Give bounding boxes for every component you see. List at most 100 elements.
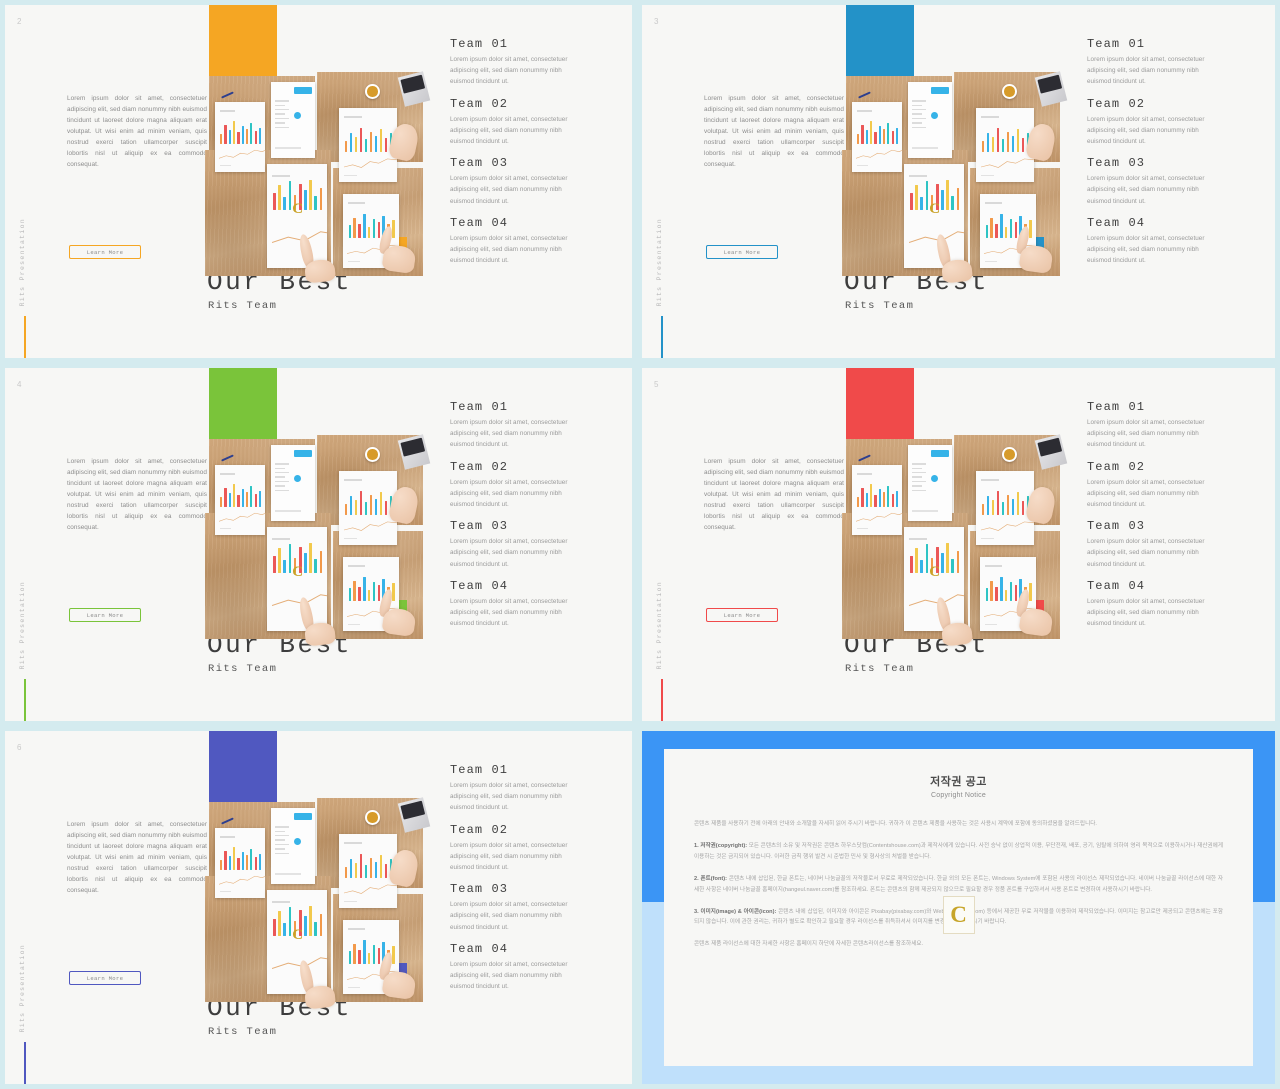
side-vertical-label: Rits Presentation — [656, 217, 663, 306]
photo-collage: C — [205, 401, 431, 647]
team-description: Lorem ipsum dolor sit amet, consectetuer… — [1087, 115, 1205, 146]
dashboard-header-bar — [294, 87, 312, 95]
team-heading: Team 01 — [1087, 37, 1146, 51]
chart-sheet-a — [852, 102, 902, 172]
chart-trend-line — [219, 150, 265, 160]
team-description: Lorem ipsum dolor sit amet, consectetuer… — [450, 419, 568, 449]
dashboard-icon-dot — [930, 475, 938, 483]
body-paragraph: Lorem ipsum dolor sit amet, consectetuer… — [704, 458, 844, 532]
team-heading: Team 04 — [1087, 215, 1146, 230]
chart-sheet-c: C — [267, 164, 327, 268]
slide-thumbnail[interactable]: 2 Rits Presentation Lorem ipsum dolor si… — [0, 0, 637, 363]
slide-number: 4 — [17, 380, 22, 389]
slide-thumbnail[interactable]: 3 Rits Presentation Lorem ipsum dolor si… — [637, 0, 1280, 363]
chart-sheet-b — [976, 108, 1034, 182]
slide-visual-cluster: C — [842, 368, 1082, 721]
team-description: Lorem ipsum dolor sit amet, consectetuer… — [450, 597, 568, 628]
slide-number: 5 — [654, 380, 659, 389]
side-vertical-label: Rits Presentation — [19, 580, 26, 669]
team-description: Lorem ipsum dolor sit amet, consectetuer… — [450, 782, 568, 812]
chart-bars — [220, 480, 262, 507]
report-sheet-dashboard — [908, 82, 952, 158]
dashboard-text-rows — [274, 100, 290, 131]
chart-sheet-c: C — [904, 527, 964, 631]
chart-bars — [344, 124, 393, 153]
chart-bars — [344, 487, 393, 516]
team-heading: Team 02 — [1087, 459, 1146, 474]
learn-more-button[interactable]: Learn More — [69, 971, 141, 985]
coffee-cup — [365, 447, 380, 462]
chart-trend-line — [219, 876, 265, 886]
team-heading: Team 02 — [450, 459, 509, 474]
side-vertical-label: Rits Presentation — [656, 580, 663, 669]
slide-number: 3 — [654, 17, 659, 26]
dashboard-header-bar — [931, 450, 949, 458]
copyright-paragraph: 1. 저작권(copyright): 모든 콘텐츠의 소유 및 저작권은 콘텐츠… — [694, 842, 1223, 860]
side-vertical-label: Rits Presentation — [19, 217, 26, 306]
side-vertical-label: Rits Presentation — [19, 943, 26, 1032]
team-description: Lorem ipsum dolor sit amet, consectetuer… — [450, 841, 568, 872]
team-heading: Team 01 — [450, 400, 509, 414]
slide-thumbnail[interactable]: 5 Rits Presentation Lorem ipsum dolor si… — [637, 363, 1280, 726]
team-heading: Team 02 — [450, 96, 509, 111]
chart-sheet-c: C — [904, 164, 964, 268]
dashboard-text-rows — [274, 463, 290, 494]
side-accent-rule — [24, 679, 26, 721]
team-list: Team 01 Lorem ipsum dolor sit amet, conse… — [450, 37, 578, 275]
chart-sheet-a — [215, 465, 265, 535]
body-paragraph: Lorem ipsum dolor sit amet, consectetuer… — [67, 458, 207, 532]
chart-sheet-b — [339, 834, 397, 908]
coffee-cup — [365, 84, 380, 99]
team-heading: Team 03 — [450, 519, 509, 534]
dashboard-text-rows — [911, 463, 927, 494]
team-heading: Team 01 — [1087, 400, 1146, 414]
chart-bars — [344, 850, 393, 879]
team-description: Lorem ipsum dolor sit amet, consectetuer… — [450, 478, 568, 509]
dashboard-footer-line — [274, 147, 301, 149]
report-sheet-dashboard — [271, 808, 315, 884]
team-list: Team 01 Lorem ipsum dolor sit amet, conse… — [1087, 37, 1215, 275]
team-description: Lorem ipsum dolor sit amet, consectetuer… — [1087, 234, 1205, 265]
chart-trend-line — [856, 150, 902, 160]
team-heading: Team 04 — [450, 578, 509, 593]
gold-c-logo: C — [929, 564, 941, 581]
dashboard-footer-line — [274, 873, 301, 875]
learn-more-button[interactable]: Learn More — [69, 245, 141, 259]
report-sheet-dashboard — [271, 82, 315, 158]
learn-more-button[interactable]: Learn More — [706, 608, 778, 622]
slide-visual-cluster: C — [205, 5, 445, 358]
team-heading: Team 04 — [450, 215, 509, 230]
watermark-letter: C — [950, 902, 967, 928]
slide-thumbnail[interactable]: 6 Rits Presentation Lorem ipsum dolor si… — [0, 726, 637, 1089]
chart-bars — [981, 487, 1030, 516]
chart-bars — [220, 117, 262, 144]
gold-c-logo: C — [292, 201, 304, 218]
dashboard-icon-dot — [293, 112, 301, 120]
slide-visual-cluster: C — [842, 5, 1082, 358]
copyright-slide[interactable]: 저작권 공고 Copyright Notice 콘텐츠 제품을 사용하기 전에 … — [637, 726, 1280, 1089]
learn-more-button[interactable]: Learn More — [69, 608, 141, 622]
team-description: Lorem ipsum dolor sit amet, consectetuer… — [450, 538, 568, 568]
copyright-paragraph: 콘텐츠 제품 라이선스에 대한 자세한 사항은 홈페이지 하단에 자세한 콘텐츠… — [694, 941, 924, 948]
team-description: Lorem ipsum dolor sit amet, consectetuer… — [450, 901, 568, 931]
slide-thumbnail[interactable]: 4 Rits Presentation Lorem ipsum dolor si… — [0, 363, 637, 726]
slide-number: 2 — [17, 17, 22, 26]
gold-c-logo: C — [292, 564, 304, 581]
team-description: Lorem ipsum dolor sit amet, consectetuer… — [1087, 478, 1205, 509]
learn-more-button[interactable]: Learn More — [706, 245, 778, 259]
team-heading: Team 02 — [450, 822, 509, 837]
chart-trend-line — [343, 884, 397, 894]
hand-bottomcenter — [303, 258, 337, 284]
slide-number: 6 — [17, 743, 22, 752]
dashboard-icon-dot — [293, 838, 301, 846]
coffee-cup — [1002, 84, 1017, 99]
team-description: Lorem ipsum dolor sit amet, consectetuer… — [1087, 538, 1205, 568]
chart-trend-line — [980, 521, 1034, 531]
dashboard-footer-line — [274, 510, 301, 512]
team-heading: Team 04 — [450, 941, 509, 956]
report-sheet-dashboard — [271, 445, 315, 521]
side-accent-rule — [24, 316, 26, 358]
team-heading: Team 01 — [450, 763, 509, 777]
dashboard-header-bar — [294, 813, 312, 821]
side-accent-rule — [661, 316, 663, 358]
